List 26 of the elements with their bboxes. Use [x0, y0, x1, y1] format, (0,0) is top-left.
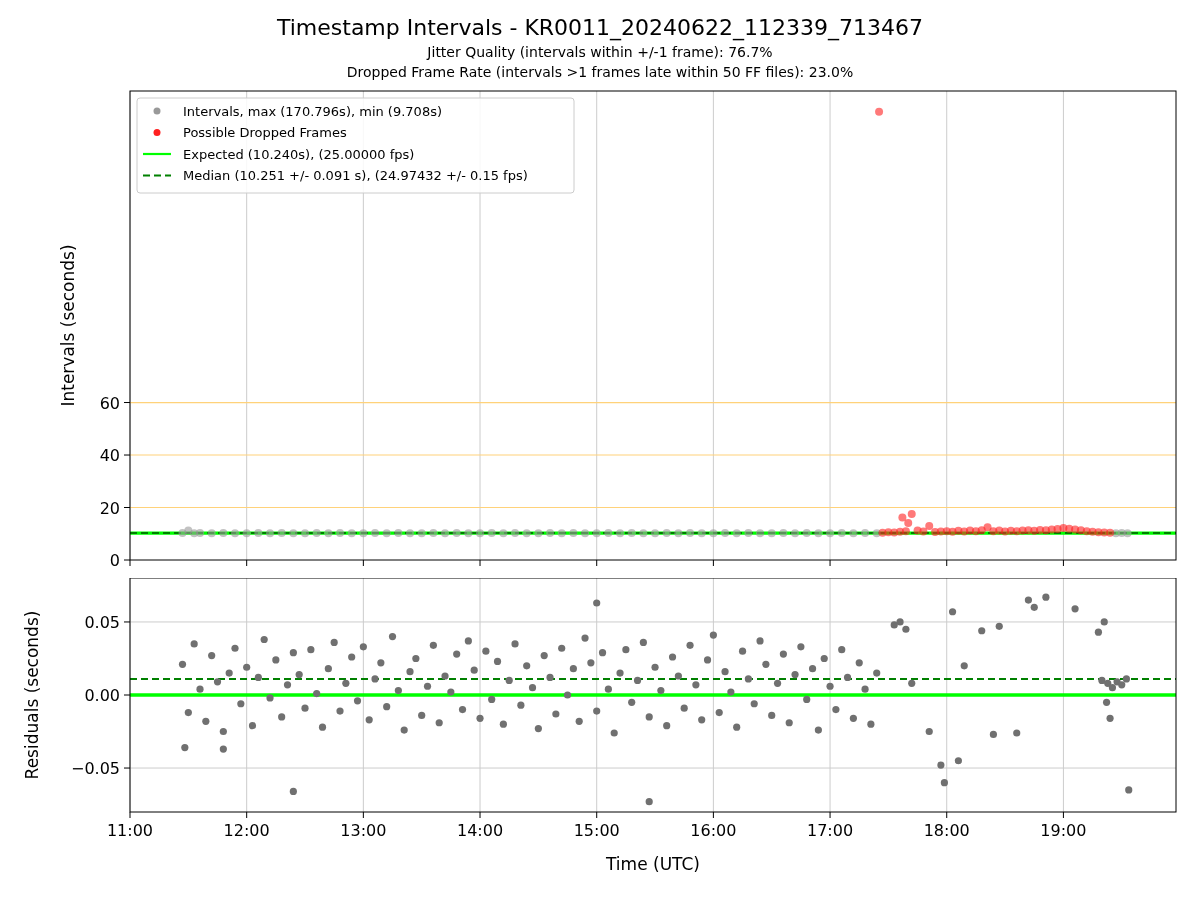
chart-title: Timestamp Intervals - KR0011_20240622_112339_713467: [276, 14, 924, 42]
tick-label: 20: [99, 498, 120, 518]
tick-label: 17:00: [807, 821, 854, 840]
axis-label: Time (UTC): [606, 854, 700, 874]
tick-label: 0: [109, 551, 120, 570]
legend-label: Possible Dropped Frames: [183, 125, 347, 140]
tick-label: 15:00: [573, 821, 620, 840]
tick-label: 11:00: [106, 821, 154, 840]
axis-label: Intervals (seconds): [58, 244, 78, 407]
legend-label: Median (10.251 +/- 0.091 s), (24.97432 +/- 0.15 fps): [183, 168, 528, 183]
chart-subtitle: Jitter Quality (intervals within +/-1 frame): 76.7%: [427, 43, 773, 62]
legend-label: Intervals, max (170.796s), min (9.708s): [183, 103, 442, 119]
tick-label: 16:00: [690, 821, 737, 840]
tick-label: 13:00: [340, 821, 387, 840]
chart-subtitle: Dropped Frame Rate (intervals >1 frames late within 50 FF files): 23.0%: [346, 63, 854, 82]
tick-label: 12:00: [223, 821, 270, 840]
tick-label: 19:00: [1040, 821, 1087, 840]
tick-label: 18:00: [923, 821, 970, 840]
tick-label: 0.00: [84, 686, 120, 705]
tick-label: 40: [99, 446, 120, 465]
tick-label: 0.05: [84, 612, 120, 632]
legend-label: Expected (10.240s), (25.00000 fps): [183, 146, 415, 162]
tick-label: −0.05: [70, 759, 120, 779]
axis-label: Residuals (seconds): [22, 610, 42, 780]
tick-label: 14:00: [456, 821, 504, 840]
tick-label: 60: [99, 393, 120, 413]
